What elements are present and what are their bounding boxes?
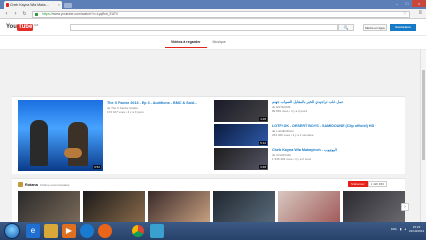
window-controls: – □ ×: [392, 0, 426, 7]
channel-subtitle: Chaîne recommandée: [39, 182, 70, 187]
featured-title[interactable]: The X Factor 2013 - Ep 3 - Auditions - B…: [107, 101, 207, 106]
region-code: DZ: [34, 23, 39, 27]
channel-avatar[interactable]: [18, 182, 23, 187]
scrollbar-thumb[interactable]: [422, 70, 425, 160]
scrollbar[interactable]: [420, 50, 426, 222]
tab-strip: Cheb Kayna Wla Maks… × – □ ×: [0, 0, 426, 9]
side-video-thumbnail[interactable]: 5:12: [214, 124, 268, 146]
maximize-button[interactable]: □: [402, 0, 412, 7]
tab-music[interactable]: Musique: [207, 38, 232, 48]
singer-figure: [30, 120, 48, 166]
language-indicator[interactable]: FRA: [391, 227, 397, 231]
channel-name[interactable]: Rotana: [25, 183, 38, 187]
guitar-shape: [64, 148, 82, 158]
guitarist-figure: [68, 122, 88, 166]
bookmark-star-icon[interactable]: ☆: [403, 11, 407, 17]
channel-card: Rotana Chaîne recommandée S'abonner 1 42…: [12, 178, 409, 223]
search-input[interactable]: [70, 24, 338, 31]
channel-video-thumbnail[interactable]: [278, 191, 340, 223]
back-button[interactable]: ‹: [3, 11, 10, 18]
video-duration: 9:52: [93, 165, 101, 169]
new-tab-button[interactable]: [64, 3, 72, 8]
youtube-logo[interactable]: You Tube DZ: [6, 23, 38, 31]
youtube-header: You Tube DZ 🔍 Mettre en ligne Connexion: [0, 19, 426, 36]
signin-button[interactable]: Connexion: [390, 24, 416, 31]
forward-button[interactable]: ›: [12, 11, 19, 18]
channel-video-thumbnail[interactable]: [18, 191, 80, 223]
volume-icon[interactable]: ◂: [404, 227, 406, 231]
browser-tab[interactable]: Cheb Kayna Wla Maks… ×: [4, 1, 62, 9]
upload-button[interactable]: Mettre en ligne: [363, 24, 387, 31]
windows-taskbar: e ▶ FRA ▮ ◂ 15:23 22/10/2013: [0, 222, 426, 240]
url-scheme: https://: [42, 11, 53, 16]
youtube-favicon-icon: [5, 3, 9, 7]
featured-card: 9:52 The X Factor 2013 - Ep 3 - Audition…: [12, 96, 405, 174]
lock-icon: [35, 12, 38, 16]
address-bar[interactable]: https://www.youtube.com/watch?v=LyqBnt_E…: [32, 10, 410, 18]
featured-stats: 170 107 vues • il y a 3 jours: [107, 109, 144, 114]
channel-video-thumbnail[interactable]: [148, 191, 210, 223]
chrome-icon[interactable]: [132, 225, 144, 237]
search-button[interactable]: 🔍: [338, 24, 354, 31]
clock[interactable]: 15:23 22/10/2013: [409, 225, 424, 233]
start-button[interactable]: [4, 223, 20, 239]
subscriber-count: 1 420 963: [367, 181, 387, 187]
tab-title: Cheb Kayna Wla Maks…: [10, 3, 50, 7]
browser-toolbar: ‹ › ↻ https://www.youtube.com/watch?v=Ly…: [0, 9, 426, 19]
reload-button[interactable]: ↻: [21, 11, 28, 18]
channel-video-row: [18, 191, 405, 223]
side-video-info: Cheb Kayna Wla Makayinch - اليوتيوب de C…: [272, 148, 397, 161]
side-video-info: عمل غلب تراجيدي الخبر بالمقابل الصواب جه…: [272, 100, 397, 113]
ie-icon[interactable]: e: [26, 224, 40, 238]
chrome-menu-icon[interactable]: ≡: [418, 9, 422, 18]
subscribe-button[interactable]: S'abonner: [348, 181, 368, 187]
channel-video-thumbnail[interactable]: [343, 191, 405, 223]
network-icon[interactable]: ▮: [400, 227, 402, 231]
folder-icon[interactable]: [44, 224, 58, 238]
paint-icon[interactable]: [150, 224, 164, 238]
system-tray: FRA ▮ ◂ 15:23 22/10/2013: [391, 225, 424, 233]
side-video-thumbnail[interactable]: 4:28: [214, 100, 268, 122]
side-video-info: LOTFI DK - DESERT BOYS - SAMIDOUNE (Clip…: [272, 124, 397, 137]
browser-window: Cheb Kayna Wla Maks… × – □ × ‹ › ↻ https…: [0, 0, 426, 240]
media-icon[interactable]: ▶: [62, 224, 76, 238]
channel-video-thumbnail[interactable]: [213, 191, 275, 223]
tab-to-watch[interactable]: Vidéos à regarder: [165, 38, 207, 48]
minimize-button[interactable]: –: [392, 0, 402, 7]
tab-close-icon[interactable]: ×: [58, 1, 60, 9]
close-window-button[interactable]: ×: [412, 0, 426, 7]
firefox-icon[interactable]: [98, 224, 112, 238]
channel-video-thumbnail[interactable]: [83, 191, 145, 223]
featured-thumbnail[interactable]: 9:52: [18, 100, 103, 171]
carousel-next-button[interactable]: ›: [401, 203, 409, 211]
hp-icon[interactable]: [80, 224, 94, 238]
url-text: www.youtube.com/watch?v=LyqBnt_EATV: [52, 11, 119, 16]
home-tabs-bar: Vidéos à regarder Musique: [0, 36, 426, 50]
side-video-thumbnail[interactable]: 3:48: [214, 148, 268, 170]
